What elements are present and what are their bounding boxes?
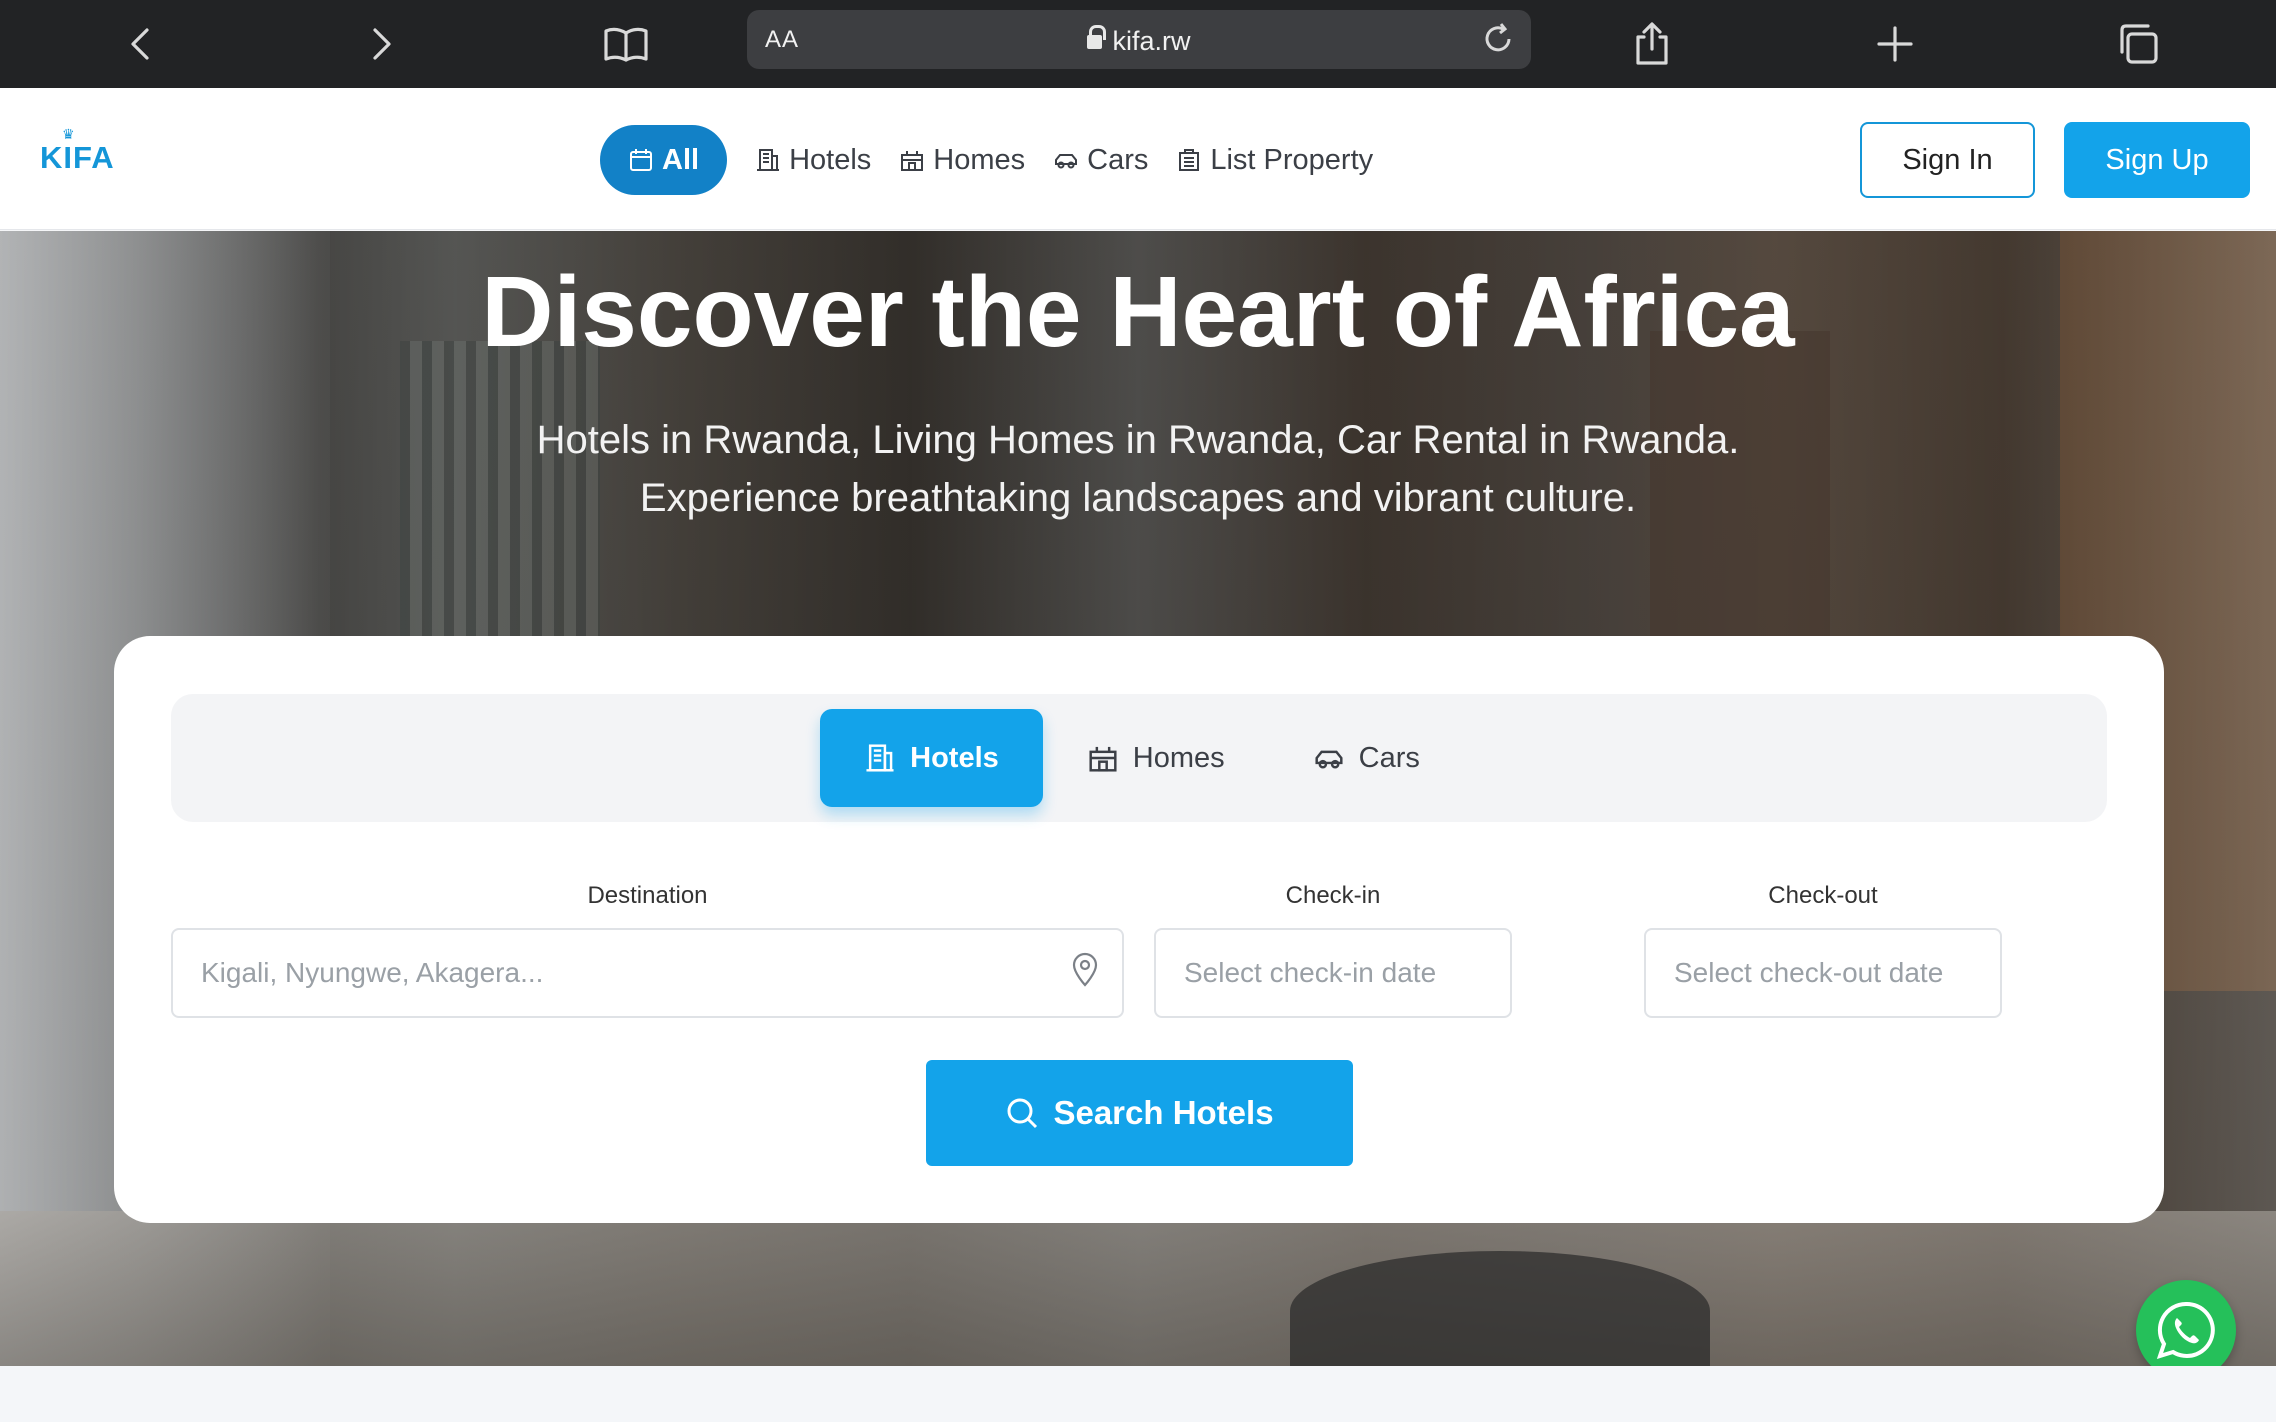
calendar-icon (628, 147, 654, 173)
url-text: kifa.rw (1112, 26, 1191, 56)
book-icon (604, 27, 648, 62)
home-icon (1087, 742, 1133, 774)
lock-icon (1087, 25, 1107, 52)
hero-background-rug (1290, 1251, 1710, 1366)
logo[interactable]: ♛ KIFA (40, 126, 115, 176)
nav-item-label: Homes (933, 143, 1026, 176)
plus-icon (1877, 26, 1913, 62)
map-pin-icon (1070, 952, 1100, 995)
tabs-icon (2120, 24, 2158, 64)
nav-item-homes[interactable]: Homes (899, 144, 1025, 177)
reload-icon (1485, 23, 1511, 52)
check-in-placeholder: Select check-in date (1184, 957, 1437, 988)
nav-item-cars[interactable]: Cars (1053, 144, 1148, 177)
search-tab-strip: Hotels Homes Cars (171, 694, 2107, 822)
destination-label: Destination (587, 882, 708, 909)
tab-label: Homes (1132, 741, 1225, 774)
hero-subtitle: Hotels in Rwanda, Living Homes in Rwanda… (0, 411, 2276, 527)
chevron-left-icon (131, 28, 149, 60)
destination-placeholder: Kigali, Nyungwe, Akagera... (201, 957, 544, 988)
whatsapp-icon (2156, 1301, 2215, 1360)
nav-item-label: Hotels (789, 143, 872, 176)
check-in-input[interactable]: Select check-in date (1154, 928, 1512, 1018)
nav-item-label: Cars (1087, 143, 1149, 176)
sign-up-button[interactable]: Sign Up (2064, 122, 2250, 198)
tab-homes[interactable]: Homes (1043, 709, 1269, 807)
new-tab-button[interactable] (1865, 14, 1925, 74)
car-icon (1053, 147, 1079, 173)
site-header: ♛ KIFA All Hotels Homes Cars List Proper… (0, 88, 2276, 230)
main-nav: All Hotels Homes Cars List Property (600, 125, 1401, 195)
search-icon (1007, 1098, 1038, 1129)
bookmarks-button[interactable] (596, 14, 656, 74)
search-card: Hotels Homes Cars Destination Kigali, Ny… (114, 636, 2164, 1223)
tabs-overview-button[interactable] (2108, 14, 2168, 74)
nav-item-all[interactable]: All (600, 125, 728, 195)
check-out-input[interactable]: Select check-out date (1644, 928, 2002, 1018)
tab-hotels[interactable]: Hotels (820, 709, 1043, 807)
check-in-label: Check-in (1285, 882, 1381, 909)
search-hotels-button[interactable]: Search Hotels (926, 1060, 1353, 1166)
nav-item-hotels[interactable]: Hotels (755, 144, 871, 177)
destination-input[interactable]: Kigali, Nyungwe, Akagera... (171, 928, 1124, 1018)
building-icon (755, 147, 781, 173)
car-icon (1313, 742, 1359, 774)
sign-in-button[interactable]: Sign In (1860, 122, 2035, 198)
tab-label: Cars (1358, 741, 1420, 774)
hero-title: Discover the Heart of Africa (481, 256, 1795, 368)
crown-icon: ♛ (62, 126, 76, 142)
check-out-label: Check-out (1768, 882, 1878, 909)
check-out-placeholder: Select check-out date (1674, 957, 1944, 988)
hero-background-floor (0, 1211, 2276, 1366)
back-button[interactable] (110, 14, 170, 74)
address-bar[interactable]: AA kifa.rw (747, 10, 1531, 69)
building-icon (864, 742, 910, 774)
url-display: kifa.rw (747, 25, 1531, 57)
tab-cars[interactable]: Cars (1269, 709, 1464, 807)
chevron-right-icon (373, 28, 391, 60)
list-property-icon (1176, 147, 1202, 173)
hero-subtitle-line-1: Hotels in Rwanda, Living Homes in Rwanda… (536, 418, 1740, 462)
logo-text: KIFA (40, 140, 115, 175)
tab-label: Hotels (910, 741, 999, 774)
home-icon (899, 147, 925, 173)
share-button[interactable] (1622, 14, 1682, 74)
forward-button[interactable] (352, 14, 412, 74)
reload-button[interactable] (1479, 20, 1517, 63)
search-button-label: Search Hotels (1053, 1094, 1274, 1131)
page-below-fold (0, 1366, 2276, 1422)
nav-item-label: All (662, 143, 700, 176)
hero-subtitle-line-2: Experience breathtaking landscapes and v… (639, 476, 1637, 520)
nav-item-label: List Property (1210, 143, 1374, 176)
nav-item-list-property[interactable]: List Property (1176, 144, 1373, 177)
share-icon (1636, 22, 1668, 65)
browser-toolbar: AA kifa.rw (0, 0, 2276, 88)
whatsapp-chat-button[interactable] (2136, 1280, 2236, 1380)
